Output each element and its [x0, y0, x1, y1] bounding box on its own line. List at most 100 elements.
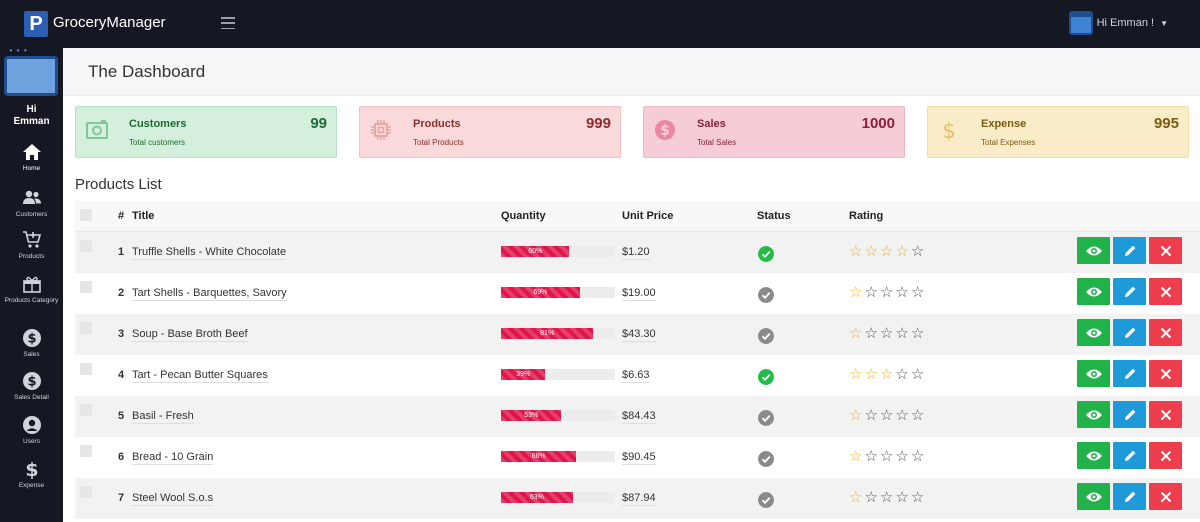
- star-filled-icon[interactable]: ☆: [849, 325, 864, 342]
- delete-button[interactable]: [1149, 442, 1182, 469]
- star-empty-icon[interactable]: ☆: [911, 489, 926, 506]
- product-title[interactable]: Steel Wool S.o.s: [132, 492, 214, 506]
- row-checkbox[interactable]: [80, 240, 92, 252]
- sidebar-item-sales[interactable]: $ Sales: [0, 328, 63, 359]
- row-checkbox[interactable]: [80, 445, 92, 457]
- product-title[interactable]: Soup - Base Broth Beef: [132, 328, 248, 342]
- star-empty-icon[interactable]: ☆: [895, 448, 910, 465]
- brand-name[interactable]: GroceryManager: [53, 14, 166, 31]
- column-header[interactable]: Status: [757, 210, 791, 222]
- star-empty-icon[interactable]: ☆: [911, 448, 926, 465]
- delete-button[interactable]: [1149, 237, 1182, 264]
- star-empty-icon[interactable]: ☆: [911, 243, 926, 260]
- column-header[interactable]: Unit Price: [622, 210, 673, 222]
- view-button[interactable]: [1077, 237, 1110, 264]
- product-title[interactable]: Basil - Fresh: [132, 410, 194, 424]
- edit-button[interactable]: [1113, 442, 1146, 469]
- edit-button[interactable]: [1113, 360, 1146, 387]
- star-empty-icon[interactable]: ☆: [864, 325, 879, 342]
- star-filled-icon[interactable]: ☆: [849, 407, 864, 424]
- star-filled-icon[interactable]: ☆: [849, 366, 864, 383]
- view-button[interactable]: [1077, 319, 1110, 346]
- menu-toggle-icon[interactable]: [221, 17, 235, 29]
- product-title[interactable]: Tart Shells - Barquettes, Savory: [132, 287, 287, 301]
- star-empty-icon[interactable]: ☆: [880, 284, 895, 301]
- sidebar-item-products[interactable]: Products: [0, 230, 63, 261]
- star-filled-icon[interactable]: ☆: [849, 284, 864, 301]
- star-empty-icon[interactable]: ☆: [895, 366, 910, 383]
- sidebar-item-customers[interactable]: Customers: [0, 188, 63, 219]
- star-empty-icon[interactable]: ☆: [895, 489, 910, 506]
- star-filled-icon[interactable]: ☆: [849, 243, 864, 260]
- sidebar-item-home[interactable]: Home: [0, 142, 63, 173]
- star-filled-icon[interactable]: ☆: [895, 243, 910, 260]
- delete-button[interactable]: [1149, 483, 1182, 510]
- star-empty-icon[interactable]: ☆: [895, 407, 910, 424]
- star-empty-icon[interactable]: ☆: [895, 284, 910, 301]
- sidebar-item-sales-detail[interactable]: $ Sales Detail: [0, 371, 63, 402]
- product-title[interactable]: Truffle Shells - White Chocolate: [132, 246, 287, 260]
- view-button[interactable]: [1077, 483, 1110, 510]
- star-empty-icon[interactable]: ☆: [880, 448, 895, 465]
- edit-button[interactable]: [1113, 278, 1146, 305]
- star-filled-icon[interactable]: ☆: [849, 448, 864, 465]
- star-empty-icon[interactable]: ☆: [880, 325, 895, 342]
- row-checkbox[interactable]: [80, 486, 92, 498]
- delete-button[interactable]: [1149, 360, 1182, 387]
- star-filled-icon[interactable]: ☆: [880, 366, 895, 383]
- view-button[interactable]: [1077, 360, 1110, 387]
- star-filled-icon[interactable]: ☆: [864, 366, 879, 383]
- column-header[interactable]: Rating: [849, 210, 883, 222]
- unit-price[interactable]: $90.45: [622, 451, 656, 465]
- delete-button[interactable]: [1149, 401, 1182, 428]
- column-header[interactable]: #: [118, 210, 124, 222]
- edit-button[interactable]: [1113, 483, 1146, 510]
- row-checkbox[interactable]: [80, 363, 92, 375]
- star-empty-icon[interactable]: ☆: [864, 489, 879, 506]
- row-checkbox[interactable]: [80, 281, 92, 293]
- star-filled-icon[interactable]: ☆: [849, 489, 864, 506]
- stat-card-customers[interactable]: Customers Total customers 99: [75, 106, 337, 158]
- select-all-checkbox[interactable]: [80, 209, 92, 221]
- star-empty-icon[interactable]: ☆: [880, 407, 895, 424]
- sidebar-item-expense[interactable]: $ Expense: [0, 459, 63, 490]
- star-empty-icon[interactable]: ☆: [911, 407, 926, 424]
- product-title[interactable]: Bread - 10 Grain: [132, 451, 214, 465]
- row-checkbox[interactable]: [80, 322, 92, 334]
- row-checkbox[interactable]: [80, 404, 92, 416]
- delete-button[interactable]: [1149, 319, 1182, 346]
- edit-button[interactable]: [1113, 237, 1146, 264]
- stat-card-sales[interactable]: $ Sales Total Sales 1000: [643, 106, 905, 158]
- unit-price[interactable]: $43.30: [622, 328, 656, 342]
- brand-logo[interactable]: P: [24, 11, 48, 37]
- view-button[interactable]: [1077, 401, 1110, 428]
- unit-price[interactable]: $84.43: [622, 410, 656, 424]
- sidebar-item-users[interactable]: Users: [0, 415, 63, 446]
- star-empty-icon[interactable]: ☆: [864, 448, 879, 465]
- view-button[interactable]: [1077, 442, 1110, 469]
- product-title[interactable]: Tart - Pecan Butter Squares: [132, 369, 268, 383]
- unit-price[interactable]: $87.94: [622, 492, 656, 506]
- star-empty-icon[interactable]: ☆: [880, 489, 895, 506]
- edit-button[interactable]: [1113, 319, 1146, 346]
- star-empty-icon[interactable]: ☆: [895, 325, 910, 342]
- delete-button[interactable]: [1149, 278, 1182, 305]
- star-filled-icon[interactable]: ☆: [880, 243, 895, 260]
- star-filled-icon[interactable]: ☆: [864, 243, 879, 260]
- unit-price[interactable]: $19.00: [622, 287, 656, 301]
- stat-card-expense[interactable]: $ Expense Total Expenses 995: [927, 106, 1189, 158]
- view-button[interactable]: [1077, 278, 1110, 305]
- star-empty-icon[interactable]: ☆: [911, 284, 926, 301]
- column-header[interactable]: Quantity: [501, 210, 546, 222]
- edit-button[interactable]: [1113, 401, 1146, 428]
- unit-price[interactable]: $1.20: [622, 246, 650, 260]
- stat-card-products[interactable]: Products Total Products 999: [359, 106, 621, 158]
- star-empty-icon[interactable]: ☆: [911, 325, 926, 342]
- column-header[interactable]: Title: [132, 210, 154, 222]
- star-empty-icon[interactable]: ☆: [864, 407, 879, 424]
- user-menu[interactable]: Hi Emman ! ▼: [1068, 11, 1168, 35]
- star-empty-icon[interactable]: ☆: [864, 284, 879, 301]
- star-empty-icon[interactable]: ☆: [911, 366, 926, 383]
- unit-price[interactable]: $6.63: [622, 369, 650, 383]
- sidebar-item-products-category[interactable]: Products Category: [0, 274, 63, 305]
